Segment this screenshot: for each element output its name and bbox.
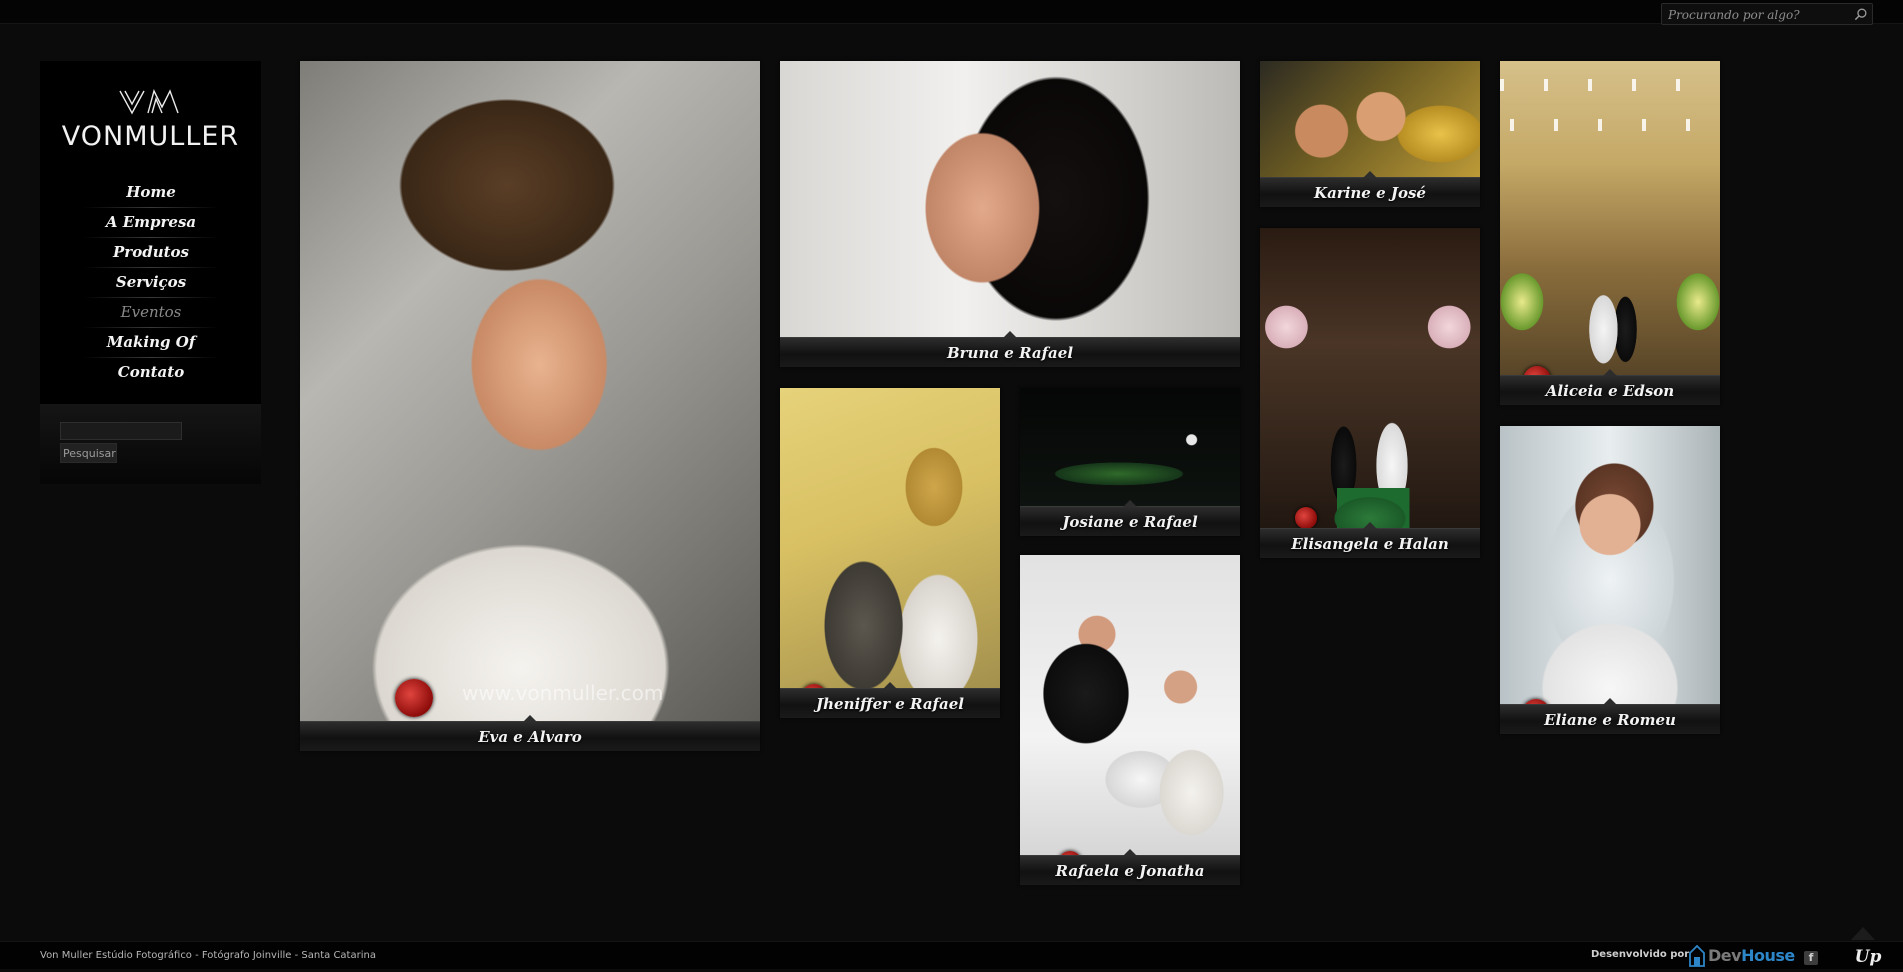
photo-bride-makeup [780, 61, 1240, 367]
photo-altar-ceremony [1500, 61, 1720, 405]
magnifier-icon[interactable] [1853, 7, 1868, 22]
facebook-icon[interactable]: f [1804, 951, 1818, 965]
sidebar: VONMULLER Home A Empresa Produtos Serviç… [40, 61, 261, 484]
photo-bride-on-phone [300, 61, 760, 751]
gallery-item-josiane-rafael[interactable]: Josiane e Rafael [1020, 388, 1240, 536]
developed-by-label: Desenvolvido por [1591, 949, 1690, 960]
footer: Von Muller Estúdio Fotográfico - Fotógra… [0, 941, 1903, 969]
top-search-box[interactable] [1661, 3, 1873, 25]
vonmuller-stamp-icon [1295, 507, 1317, 529]
top-bar [0, 0, 1903, 25]
brand-name: VONMULLER [61, 121, 240, 152]
nav-item-servicos[interactable]: Serviços [84, 268, 218, 298]
photo-bride-veil [1500, 426, 1720, 734]
nav-item-home[interactable]: Home [84, 178, 218, 208]
gallery-caption: Josiane e Rafael [1020, 500, 1240, 536]
chevron-up-icon[interactable] [1848, 919, 1878, 941]
back-to-top-button[interactable]: Up [1848, 942, 1888, 970]
devhouse-logo-house: House [1741, 946, 1795, 965]
nav-item-produtos[interactable]: Produtos [84, 238, 218, 268]
sidebar-search: Pesquisar [40, 404, 261, 484]
nav-item-eventos[interactable]: Eventos [84, 298, 218, 328]
gallery-item-karine-jose[interactable]: Karine e José [1260, 61, 1480, 207]
gallery-item-eva-alvaro[interactable]: www.vonmuller.com Eva e Alvaro [300, 61, 760, 751]
gallery-caption: Aliceia e Edson [1500, 369, 1720, 405]
gallery-caption: Jheniffer e Rafael [780, 682, 1000, 718]
gallery-item-eliane-romeu[interactable]: Eliane e Romeu [1500, 426, 1720, 734]
gallery-item-bruna-rafael[interactable]: Bruna e Rafael [780, 61, 1240, 367]
gallery-item-aliceia-edson[interactable]: Aliceia e Edson [1500, 61, 1720, 405]
gallery-item-rafaela-jonatha[interactable]: Rafaela e Jonatha [1020, 555, 1240, 885]
sidebar-search-input[interactable] [60, 422, 182, 440]
gallery-caption: Rafaela e Jonatha [1020, 849, 1240, 885]
brand-logo[interactable]: VONMULLER [40, 89, 261, 159]
vonmuller-stamp-icon [395, 679, 433, 717]
gallery-caption: Elisangela e Halan [1260, 522, 1480, 558]
gallery-caption: Bruna e Rafael [780, 331, 1240, 367]
top-search-input[interactable] [1662, 5, 1842, 25]
nav-item-a-empresa[interactable]: A Empresa [84, 208, 218, 238]
gallery-caption: Eliane e Romeu [1500, 698, 1720, 734]
sidebar-search-button[interactable]: Pesquisar [60, 443, 117, 463]
nav-item-contato[interactable]: Contato [84, 358, 218, 388]
photo-couple-cake [1020, 555, 1240, 885]
footer-credit: Von Muller Estúdio Fotográfico - Fotógra… [40, 950, 376, 961]
photo-children-aisle [1260, 228, 1480, 558]
main-nav: Home A Empresa Produtos Serviços Eventos… [84, 178, 218, 388]
vm-monogram-icon [118, 89, 179, 115]
nav-item-making-of[interactable]: Making Of [84, 328, 218, 358]
gallery-caption: Eva e Alvaro [300, 715, 760, 751]
watermark-text: www.vonmuller.com [462, 681, 664, 705]
photo-couple-church [780, 388, 1000, 718]
gallery-item-elisangela-halan[interactable]: Elisangela e Halan [1260, 228, 1480, 558]
devhouse-mark-icon [1689, 945, 1705, 967]
devhouse-logo[interactable]: DevHouse [1688, 945, 1795, 967]
gallery-caption: Karine e José [1260, 171, 1480, 207]
devhouse-logo-dev: Dev [1708, 946, 1742, 965]
gallery-item-jheniffer-rafael[interactable]: Jheniffer e Rafael [780, 388, 1000, 718]
